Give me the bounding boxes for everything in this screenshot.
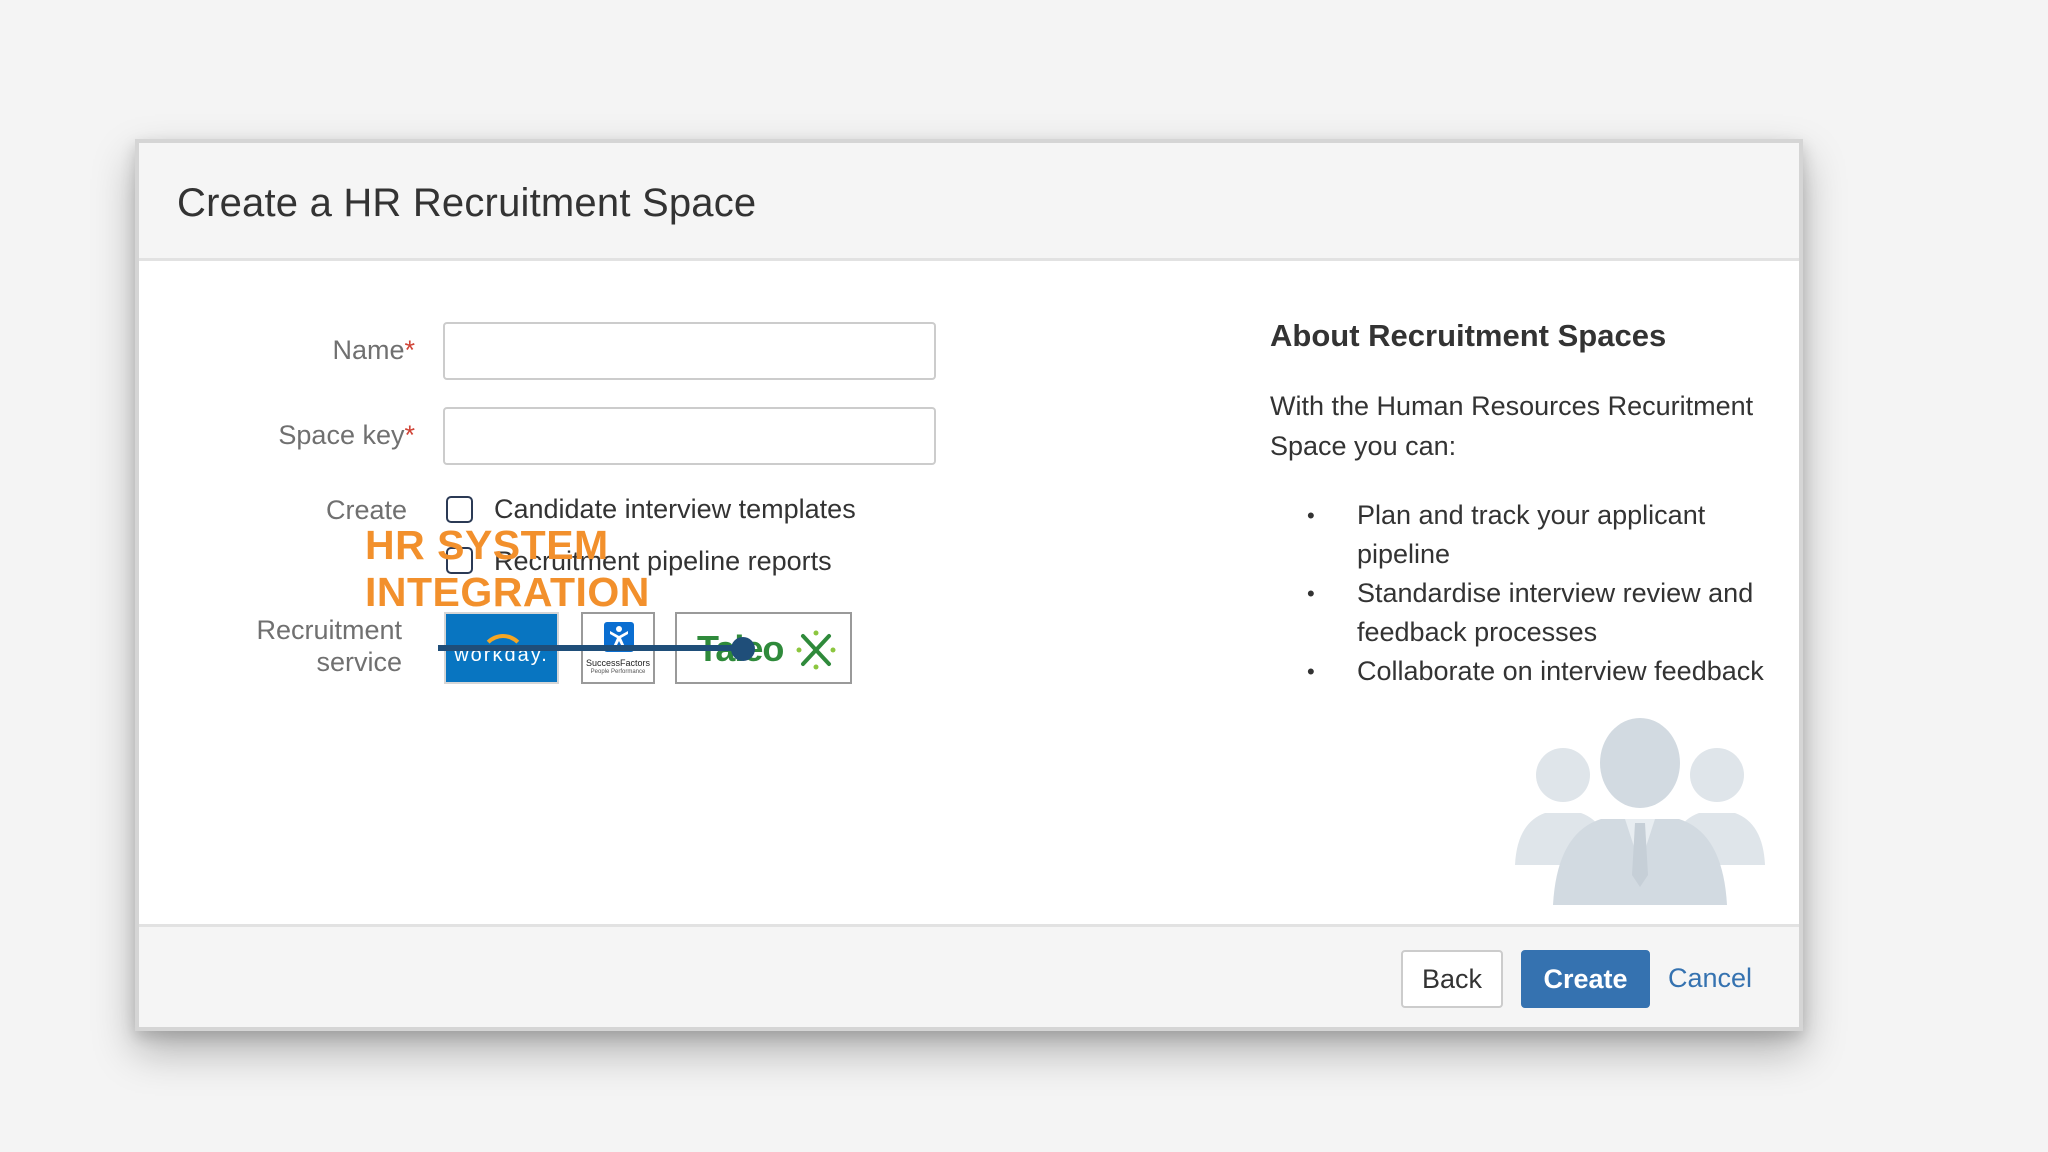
list-item: • Plan and track your applicant pipeline [1270,496,1790,574]
taleo-mark-icon [796,630,836,670]
about-bullet-list: • Plan and track your applicant pipeline … [1270,496,1790,691]
interview-templates-label: Candidate interview templates [494,494,856,524]
list-item: • Standardise interview review and feedba… [1270,574,1790,652]
name-label: Name* [332,335,415,365]
list-item: • Collaborate on interview feedback [1270,652,1790,691]
dialog-title: Create a HR Recruitment Space [177,181,757,225]
successfactors-wordmark: SuccessFactors [585,658,651,668]
about-title: About Recruitment Spaces [1270,318,1667,353]
space-key-input[interactable] [443,407,936,465]
space-key-label: Space key* [278,420,415,450]
required-marker: * [404,335,415,365]
bullet-icon: • [1307,581,1315,606]
interview-templates-checkbox[interactable] [446,496,473,523]
name-input[interactable] [443,322,936,380]
about-intro: With the Human Resources Recuritment Spa… [1270,391,1754,461]
bullet-icon: • [1307,659,1315,684]
dialog-header: Create a HR Recruitment Space [139,143,1799,261]
successfactors-subtitle: People Performance [590,669,646,675]
cancel-link[interactable]: Cancel [1668,963,1752,994]
people-group-icon [1515,718,1765,905]
required-marker: * [404,420,415,450]
create-button[interactable]: Create [1521,950,1650,1008]
hr-system-integration-overlay: HR SYSTEM INTEGRATION [365,522,650,615]
recruitment-service-label: Recruitment service [256,615,402,677]
integration-connector-dot [731,637,755,661]
bullet-icon: • [1307,503,1315,528]
back-button[interactable]: Back [1401,950,1503,1008]
integration-connector-line [438,645,743,651]
